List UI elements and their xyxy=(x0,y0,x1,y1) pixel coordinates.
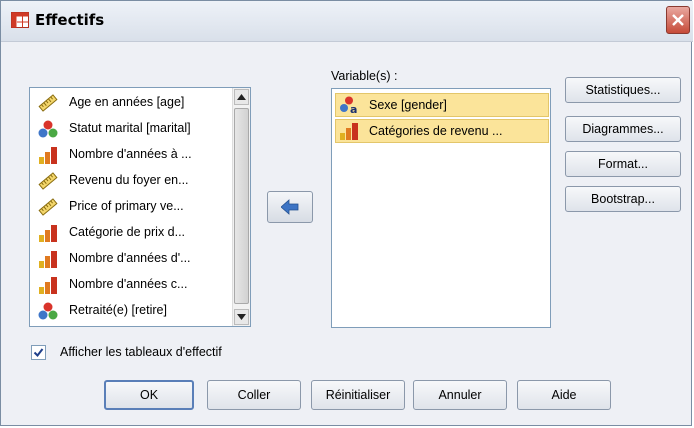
format-button[interactable]: Format... xyxy=(565,151,681,177)
list-item[interactable]: Retraité(e) [retire] xyxy=(34,298,226,324)
variable-label: Revenu du foyer en... xyxy=(69,173,189,187)
scale-icon xyxy=(38,172,58,190)
list-item[interactable]: Catégories de revenu ... xyxy=(335,119,549,143)
charts-button[interactable]: Diagrammes... xyxy=(565,116,681,142)
paste-button[interactable]: Coller xyxy=(207,380,301,410)
arrow-up-icon xyxy=(237,94,246,100)
variable-label: Retraité(e) [retire] xyxy=(69,303,167,317)
scale-icon xyxy=(38,198,58,216)
list-item[interactable]: Nombre d'années d'... xyxy=(34,246,226,272)
variable-label: Catégorie de prix d... xyxy=(69,225,186,239)
variable-label: Catégories de revenu ... xyxy=(369,124,503,138)
variable-label: Age en années [age] xyxy=(69,95,185,109)
variable-label: Price of primary ve... xyxy=(69,199,184,213)
window-title: Effectifs xyxy=(35,11,105,29)
arrow-left-icon xyxy=(281,199,299,215)
ordinal-icon xyxy=(38,250,58,268)
checkbox-label: Afficher les tableaux d'effectif xyxy=(60,345,222,359)
variable-label: Sexe [gender] xyxy=(369,98,447,112)
list-item[interactable]: a Sexe [gender] xyxy=(335,93,549,117)
ordinal-icon xyxy=(38,146,58,164)
ok-button[interactable]: OK xyxy=(104,380,194,410)
svg-text:a: a xyxy=(350,103,357,114)
ordinal-icon xyxy=(38,224,58,242)
target-variable-list[interactable]: a Sexe [gender] Catégories de revenu ... xyxy=(331,88,551,328)
cancel-button[interactable]: Annuler xyxy=(413,380,507,410)
list-item[interactable]: Revenu du foyer en... xyxy=(34,168,226,194)
variable-label: Statut marital [marital] xyxy=(69,121,191,135)
scale-icon xyxy=(38,94,58,112)
arrow-down-icon xyxy=(237,314,246,320)
move-variable-button[interactable] xyxy=(267,191,313,223)
close-button[interactable] xyxy=(666,6,690,34)
source-variable-list[interactable]: Age en années [age] Statut marital [mari… xyxy=(29,87,251,327)
display-frequency-tables-checkbox[interactable] xyxy=(31,345,46,360)
scroll-thumb[interactable] xyxy=(234,108,249,304)
list-item[interactable]: Price of primary ve... xyxy=(34,194,226,220)
bootstrap-button[interactable]: Bootstrap... xyxy=(565,186,681,212)
scroll-down-button[interactable] xyxy=(234,309,249,325)
ordinal-icon xyxy=(38,276,58,294)
nominal-icon xyxy=(38,302,58,320)
title-bar: Effectifs xyxy=(1,1,693,42)
variables-label: Variable(s) : xyxy=(331,69,398,83)
variable-label: Nombre d'années à ... xyxy=(69,147,192,161)
variable-label: Nombre d'années d'... xyxy=(69,251,191,265)
ordinal-icon xyxy=(339,122,359,140)
statistics-button[interactable]: Statistiques... xyxy=(565,77,681,103)
list-item[interactable]: Nombre d'années à ... xyxy=(34,142,226,168)
effectifs-dialog: Effectifs Age en années [age] Statut mar… xyxy=(0,0,693,426)
scroll-up-button[interactable] xyxy=(234,89,249,105)
list-item[interactable]: Catégorie de prix d... xyxy=(34,220,226,246)
variable-label: Nombre d'années c... xyxy=(69,277,188,291)
table-icon xyxy=(11,12,29,28)
list-item[interactable]: Nombre d'années c... xyxy=(34,272,226,298)
nominal-icon xyxy=(38,120,58,138)
source-list-scrollbar[interactable] xyxy=(232,88,250,326)
list-item[interactable]: Statut marital [marital] xyxy=(34,116,226,142)
help-button[interactable]: Aide xyxy=(517,380,611,410)
list-item[interactable]: Age en années [age] xyxy=(34,90,226,116)
reset-button[interactable]: Réinitialiser xyxy=(311,380,405,410)
close-icon xyxy=(672,14,684,26)
checkmark-icon xyxy=(33,348,44,358)
nominal-string-icon: a xyxy=(339,96,359,116)
